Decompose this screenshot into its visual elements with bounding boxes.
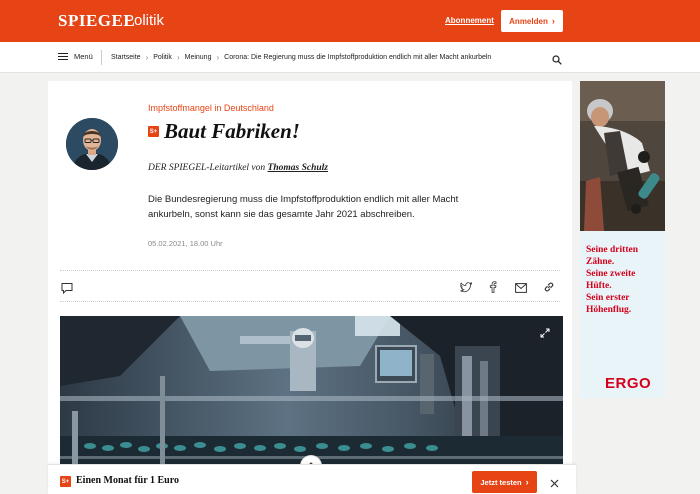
trial-button-label: Jetzt testen <box>480 477 522 487</box>
share-facebook-button[interactable] <box>489 280 497 298</box>
breadcrumb-bar: Menü Startseite › Politik › Meinung › Co… <box>0 42 700 73</box>
speech-bubble-icon <box>61 283 73 295</box>
ad-skater-photo <box>580 81 665 231</box>
share-email-button[interactable] <box>515 280 527 298</box>
article-byline: DER SPIEGEL-Leitartikel von Thomas Schul… <box>148 163 328 173</box>
close-promo-button[interactable] <box>550 475 559 493</box>
breadcrumb-item-meinung[interactable]: Meinung <box>185 54 212 61</box>
expand-icon <box>540 328 550 338</box>
byline-prefix: DER SPIEGEL-Leitartikel von <box>148 163 266 173</box>
expand-image-button[interactable] <box>540 325 550 343</box>
menu-label: Menü <box>74 52 93 61</box>
spiegel-plus-badge: S+ <box>60 476 71 487</box>
chevron-right-icon: › <box>176 53 180 62</box>
ad-slogan: Seine dritten Zähne. Seine zweite Hüfte.… <box>586 245 638 315</box>
link-icon <box>544 282 554 292</box>
search-button[interactable] <box>552 52 562 70</box>
article-kicker: Impfstoffmangel in Deutschland <box>148 103 274 113</box>
share-twitter-button[interactable] <box>460 280 473 298</box>
article-card: Impfstoffmangel in Deutschland S+ Baut F… <box>48 81 572 494</box>
breadcrumb: Startseite › Politik › Meinung › Corona:… <box>111 53 491 62</box>
trial-button[interactable]: Jetzt testen › <box>472 471 537 493</box>
author-link[interactable]: Thomas Schulz <box>268 163 328 173</box>
ergo-logo: ERGO <box>605 375 652 392</box>
divider <box>60 270 560 271</box>
skateboarder-image <box>580 81 665 231</box>
menu-button[interactable]: Menü <box>58 52 93 61</box>
author-portrait <box>66 118 118 170</box>
author-avatar[interactable] <box>66 118 118 170</box>
spiegel-plus-badge: S+ <box>148 126 159 137</box>
breadcrumb-item-home[interactable]: Startseite <box>111 54 141 61</box>
article-date: 05.02.2021, 18.00 Uhr <box>148 239 223 248</box>
login-button[interactable]: Anmelden › <box>501 10 563 32</box>
breadcrumb-item-current: Corona: Die Regierung muss die Impfstoff… <box>224 54 492 61</box>
site-header: SPIEGEL Politik Abonnement Anmelden › <box>0 0 700 42</box>
envelope-icon <box>515 283 527 293</box>
chevron-right-icon: › <box>525 477 529 487</box>
facebook-icon <box>489 281 497 293</box>
chevron-right-icon: › <box>551 16 555 26</box>
subscription-link[interactable]: Abonnement <box>445 16 494 25</box>
comments-button[interactable] <box>61 281 73 299</box>
chevron-right-icon: › <box>216 53 220 62</box>
subscription-promo-bar: S+ Einen Monat für 1 Euro Jetzt testen › <box>48 464 576 494</box>
ergo-advertisement[interactable]: Seine dritten Zähne. Seine zweite Hüfte.… <box>580 81 665 398</box>
copy-link-button[interactable] <box>543 280 555 298</box>
twitter-icon <box>460 281 473 293</box>
article-teaser: Die Bundesregierung muss die Impfstoffpr… <box>148 194 459 220</box>
breadcrumb-item-politik[interactable]: Politik <box>153 54 172 61</box>
article-headline: Baut Fabriken! <box>164 119 300 143</box>
chevron-right-icon: › <box>145 53 149 62</box>
login-button-label: Anmelden <box>509 16 548 26</box>
divider <box>60 301 560 302</box>
hamburger-icon <box>58 52 68 61</box>
close-icon <box>550 479 559 488</box>
promo-text: Einen Monat für 1 Euro <box>76 475 179 486</box>
search-icon <box>552 55 562 65</box>
section-name[interactable]: Politik <box>124 12 164 29</box>
nav-divider <box>101 50 102 65</box>
